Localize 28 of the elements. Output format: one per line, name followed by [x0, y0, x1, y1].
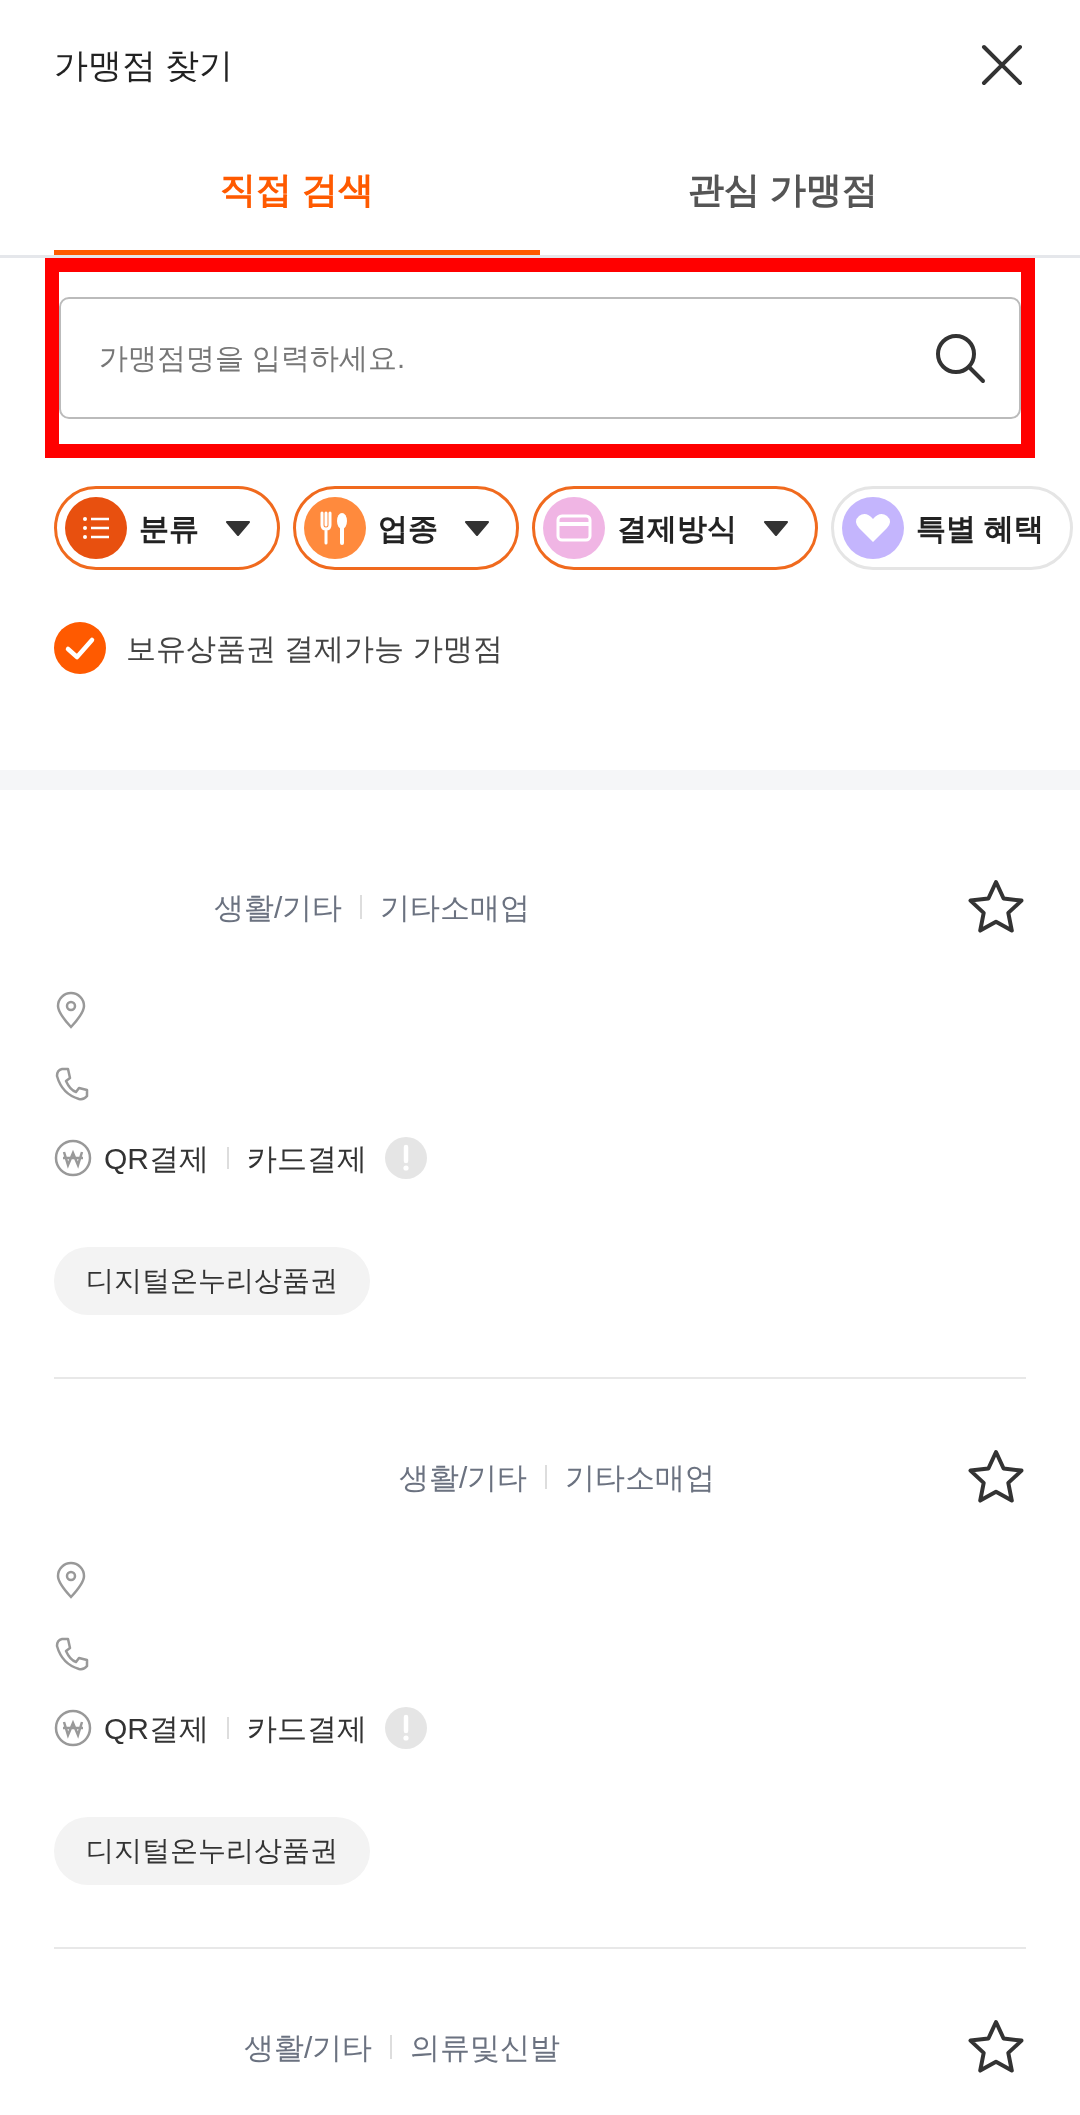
phone-icon	[54, 1636, 90, 1672]
payment-method-text: 카드결제	[247, 1140, 367, 1177]
won-icon	[54, 1709, 92, 1747]
subcategory-text: 기타소매업	[380, 889, 531, 926]
voucher-tag: 디지털온누리상품권	[54, 1247, 370, 1315]
search-icon[interactable]	[933, 331, 987, 385]
subcategory-text: 기타소매업	[565, 1459, 716, 1496]
checkbox[interactable]	[54, 622, 106, 674]
filter-chip[interactable]: 결제방식	[532, 486, 818, 570]
category-text: 생활/기타	[399, 1459, 528, 1496]
voucher-tag: 디지털온누리상품권	[54, 1817, 370, 1885]
filter-chip[interactable]: 분류	[54, 486, 280, 570]
location-pin-icon	[54, 1561, 88, 1599]
tab[interactable]: 관심 가맹점	[540, 130, 1026, 255]
category-text: 생활/기타	[214, 889, 343, 926]
category-text: 생활/기타	[244, 2029, 373, 2066]
payment-method-text: QR결제	[104, 1140, 209, 1177]
search-field[interactable]: 가맹점명을 입력하세요.	[59, 297, 1021, 419]
page-title: 가맹점 찾기	[54, 44, 234, 86]
filter-chip[interactable]: 업종	[293, 486, 519, 570]
filter-chip[interactable]: 특별 혜택	[831, 486, 1074, 570]
payment-method-text: 카드결제	[247, 1710, 367, 1747]
won-icon	[54, 1139, 92, 1177]
payment-method-text: QR결제	[104, 1710, 209, 1747]
phone-icon	[54, 1066, 90, 1102]
subcategory-text: 의류및신발	[410, 2029, 561, 2066]
checkbox-label: 보유상품권 결제가능 가맹점	[126, 630, 503, 667]
location-pin-icon	[54, 991, 88, 1029]
